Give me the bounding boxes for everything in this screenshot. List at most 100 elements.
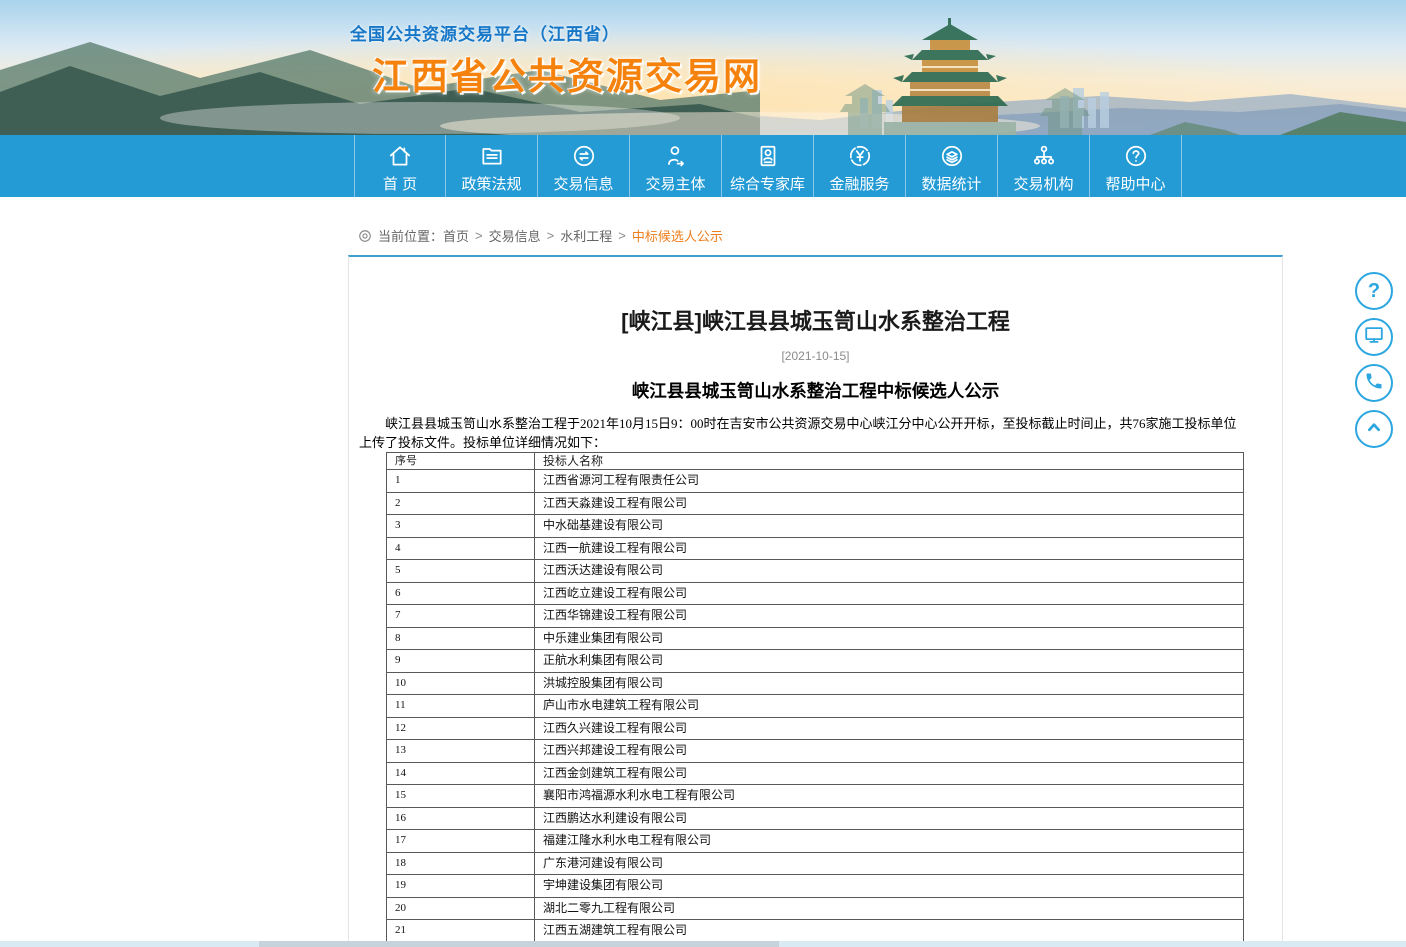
table-row: 16江西鹏达水利建设有限公司: [387, 807, 1244, 830]
nav-item-trade-subject[interactable]: 交易主体: [630, 135, 722, 197]
nav-item-label: 综合专家库: [730, 173, 805, 194]
table-row: 14江西金剑建筑工程有限公司: [387, 762, 1244, 785]
table-row: 5江西沃达建设有限公司: [387, 560, 1244, 583]
column-header-index: 序号: [387, 453, 535, 470]
row-number-cell: 8: [387, 627, 535, 650]
scrollbar-thumb[interactable]: [259, 941, 779, 947]
bidder-name-cell: 江西五湖建筑工程有限公司: [535, 920, 1244, 943]
breadcrumb-item-trade-info[interactable]: 交易信息: [489, 226, 541, 245]
nav-item-expert-db[interactable]: 综合专家库: [722, 135, 814, 197]
nav-item-statistics[interactable]: 数据统计: [906, 135, 998, 197]
row-number-cell: 14: [387, 762, 535, 785]
bidder-name-cell: 襄阳市鸿福源水利水电工程有限公司: [535, 785, 1244, 808]
location-pin-icon: [358, 229, 372, 243]
bidder-name-cell: 江西沃达建设有限公司: [535, 560, 1244, 583]
table-row: 6江西屹立建设工程有限公司: [387, 582, 1244, 605]
monitor-icon: [1363, 324, 1385, 351]
online-service-button[interactable]: [1355, 318, 1393, 356]
bidder-name-cell: 江西省源河工程有限责任公司: [535, 470, 1244, 493]
table-row: 1江西省源河工程有限责任公司: [387, 470, 1244, 493]
nav-item-institutions[interactable]: 交易机构: [998, 135, 1090, 197]
bidder-name-cell: 江西华锦建设工程有限公司: [535, 605, 1244, 628]
phone-icon: [1364, 371, 1384, 396]
bidder-name-cell: 福建江隆水利水电工程有限公司: [535, 830, 1244, 853]
horizontal-scrollbar[interactable]: [0, 941, 1406, 947]
nav-items: 首 页 政策法规 交易信息 交易主体: [354, 135, 1182, 197]
bidder-name-cell: 洪城控股集团有限公司: [535, 672, 1244, 695]
bidder-name-cell: 江西天淼建设工程有限公司: [535, 492, 1244, 515]
nav-item-help[interactable]: 帮助中心: [1090, 135, 1182, 197]
home-icon: [387, 142, 413, 170]
breadcrumb-separator: >: [547, 228, 555, 243]
table-row: 7江西华锦建设工程有限公司: [387, 605, 1244, 628]
org-chart-icon: [1031, 142, 1057, 170]
breadcrumb-item-home[interactable]: 首页: [443, 226, 469, 245]
breadcrumb-item-water-projects[interactable]: 水利工程: [560, 226, 612, 245]
bidder-name-cell: 江西屹立建设工程有限公司: [535, 582, 1244, 605]
nav-item-home[interactable]: 首 页: [354, 135, 446, 197]
breadcrumb: 当前位置： 首页 > 交易信息 > 水利工程 > 中标候选人公示: [358, 226, 723, 245]
nav-item-label: 交易主体: [645, 173, 705, 194]
question-icon: ?: [1368, 281, 1380, 301]
floating-toolbar: ?: [1355, 272, 1393, 456]
trade-info-circle-icon: [571, 142, 597, 170]
nav-item-label: 交易机构: [1013, 173, 1073, 194]
table-row: 12江西久兴建设工程有限公司: [387, 717, 1244, 740]
help-button[interactable]: ?: [1355, 272, 1393, 310]
announcement-paragraph: 峡江县县城玉笥山水系整治工程于2021年10月15日9：00时在吉安市公共资源交…: [359, 414, 1246, 452]
table-row: 21江西五湖建筑工程有限公司: [387, 920, 1244, 943]
phone-button[interactable]: [1355, 364, 1393, 402]
row-number-cell: 3: [387, 515, 535, 538]
expert-badge-icon: [755, 142, 781, 170]
bidder-name-cell: 江西久兴建设工程有限公司: [535, 717, 1244, 740]
bidder-name-cell: 中水础基建设有限公司: [535, 515, 1244, 538]
row-number-cell: 4: [387, 537, 535, 560]
table-row: 11庐山市水电建筑工程有限公司: [387, 695, 1244, 718]
breadcrumb-prefix: 当前位置：: [378, 226, 443, 245]
help-question-icon: [1123, 142, 1149, 170]
row-number-cell: 21: [387, 920, 535, 943]
bidder-name-cell: 江西兴邦建设工程有限公司: [535, 740, 1244, 763]
bidder-name-cell: 江西金剑建筑工程有限公司: [535, 762, 1244, 785]
page: 全国公共资源交易平台（江西省） 江西省公共资源交易网 首 页 政策法规: [0, 0, 1406, 947]
nav-item-label: 帮助中心: [1105, 173, 1165, 194]
row-number-cell: 1: [387, 470, 535, 493]
bidder-name-cell: 江西一航建设工程有限公司: [535, 537, 1244, 560]
bidder-name-cell: 广东港河建设有限公司: [535, 852, 1244, 875]
row-number-cell: 5: [387, 560, 535, 583]
row-number-cell: 6: [387, 582, 535, 605]
site-title: 江西省公共资源交易网: [372, 46, 762, 100]
row-number-cell: 11: [387, 695, 535, 718]
row-number-cell: 10: [387, 672, 535, 695]
table-header-row: 序号 投标人名称: [387, 453, 1244, 470]
back-to-top-button[interactable]: [1355, 410, 1393, 448]
article-panel: [峡江县]峡江县县城玉笥山水系整治工程 [2021-10-15] 峡江县县城玉笥…: [348, 255, 1283, 947]
platform-label: 全国公共资源交易平台（江西省）: [350, 20, 620, 45]
table-row: 10洪城控股集团有限公司: [387, 672, 1244, 695]
row-number-cell: 19: [387, 875, 535, 898]
column-header-bidder-name: 投标人名称: [535, 453, 1244, 470]
nav-item-label: 金融服务: [829, 173, 889, 194]
announcement-subtitle: 峡江县县城玉笥山水系整治工程中标候选人公示: [349, 380, 1282, 403]
bidder-name-cell: 宇坤建设集团有限公司: [535, 875, 1244, 898]
table-row: 13江西兴邦建设工程有限公司: [387, 740, 1244, 763]
bidders-table-body: 1江西省源河工程有限责任公司2江西天淼建设工程有限公司3中水础基建设有限公司4江…: [387, 470, 1244, 943]
breadcrumb-separator: >: [618, 228, 626, 243]
trade-subject-person-icon: [663, 142, 689, 170]
nav-item-trade-info[interactable]: 交易信息: [538, 135, 630, 197]
table-row: 20湖北二零九工程有限公司: [387, 897, 1244, 920]
bidder-name-cell: 江西鹏达水利建设有限公司: [535, 807, 1244, 830]
row-number-cell: 20: [387, 897, 535, 920]
page-title: [峡江县]峡江县县城玉笥山水系整治工程: [349, 309, 1282, 335]
site-banner: 全国公共资源交易平台（江西省） 江西省公共资源交易网: [0, 0, 1406, 135]
row-number-cell: 16: [387, 807, 535, 830]
nav-item-policy[interactable]: 政策法规: [446, 135, 538, 197]
row-number-cell: 2: [387, 492, 535, 515]
table-row: 4江西一航建设工程有限公司: [387, 537, 1244, 560]
bidder-name-cell: 庐山市水电建筑工程有限公司: [535, 695, 1244, 718]
nav-item-finance[interactable]: 金融服务: [814, 135, 906, 197]
finance-yuan-icon: [847, 142, 873, 170]
nav-item-label: 数据统计: [921, 173, 981, 194]
row-number-cell: 13: [387, 740, 535, 763]
table-row: 19宇坤建设集团有限公司: [387, 875, 1244, 898]
